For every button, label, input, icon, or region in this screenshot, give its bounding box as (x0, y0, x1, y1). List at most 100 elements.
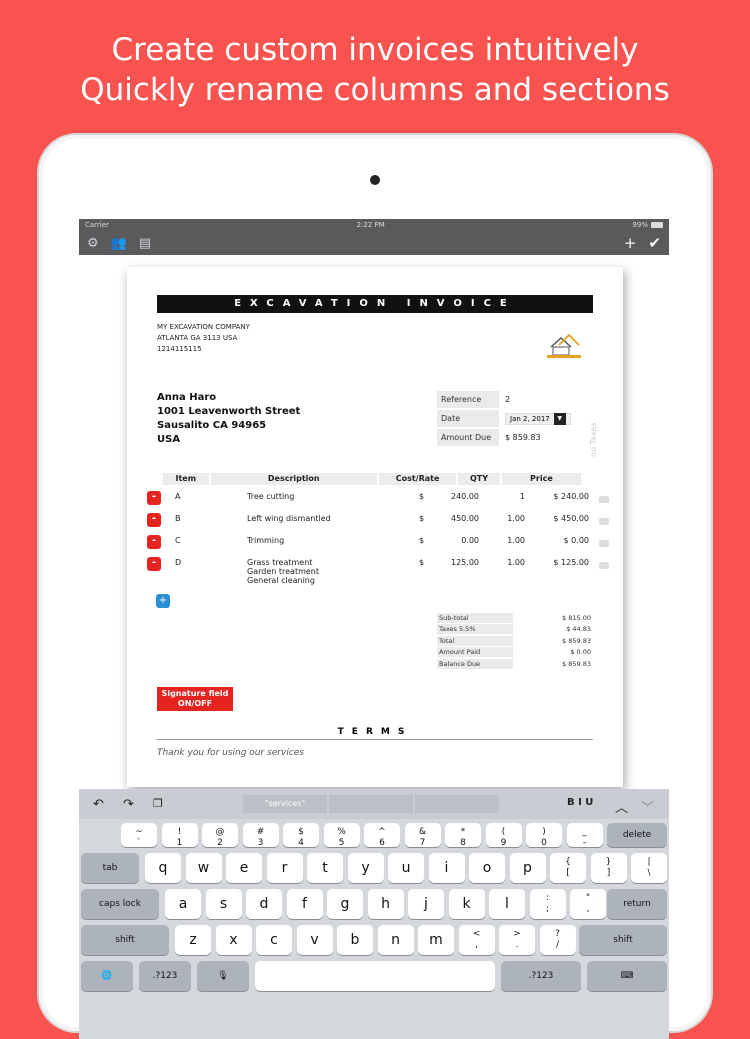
keyboard-key[interactable]: d (246, 889, 282, 919)
reference-row[interactable]: Reference 2 (437, 390, 571, 409)
tab-key[interactable]: tab (81, 853, 139, 883)
keyboard-key[interactable]: l (489, 889, 525, 919)
keyboard-key[interactable]: $4 (283, 823, 319, 848)
terms-text[interactable]: Thank you for using our services (157, 748, 304, 758)
keyboard-key[interactable]: s (205, 889, 242, 919)
keyboard-key[interactable]: ) 0 (526, 823, 562, 848)
keyboard-key[interactable]: m (418, 925, 454, 955)
keyboard-key[interactable]: w (185, 853, 222, 883)
keyboard-key[interactable]: ! 1 (161, 823, 198, 848)
keyboard-key[interactable]: g (327, 889, 363, 919)
redo-icon[interactable]: ↷ (123, 797, 134, 812)
keyboard-key[interactable]: <, (458, 925, 495, 955)
company-info[interactable]: MY EXCAVATION COMPANY ATLANTA GA 3113 US… (157, 322, 250, 355)
keyboard-key[interactable]: ^ 6 (364, 823, 400, 848)
column-item[interactable]: Item (163, 473, 209, 485)
suggestion-empty[interactable] (329, 795, 413, 813)
globe-icon[interactable]: 🌐 (81, 961, 133, 991)
chevron-down-icon[interactable]: ▼ (553, 412, 566, 425)
keyboard-key[interactable]: (9 (485, 823, 522, 848)
keyboard-key[interactable]: z (175, 925, 211, 955)
no-taxes-label[interactable]: no Taxes (589, 422, 598, 457)
keyboard-key[interactable]: #3 (242, 823, 279, 848)
shift-key-left[interactable]: shift (81, 925, 169, 955)
people-icon[interactable]: 👥 (111, 237, 127, 250)
keyboard-key[interactable]: e (226, 853, 262, 883)
keyboard-key[interactable]: * 8 (445, 823, 481, 848)
add-icon[interactable]: + (624, 235, 637, 251)
folder-icon[interactable]: ▤ (139, 237, 151, 250)
caps-lock-key[interactable]: caps lock (81, 889, 159, 919)
keyboard-key[interactable]: p (509, 853, 546, 883)
keyboard-key[interactable]: h (367, 889, 404, 919)
keyboard-key[interactable]: c (256, 925, 292, 955)
keyboard-key[interactable]: ", (570, 889, 606, 919)
keyboard-key[interactable]: k (448, 889, 485, 919)
space-bar[interactable] (255, 961, 495, 991)
column-description[interactable]: Description (210, 473, 377, 485)
row-tax-toggle[interactable] (599, 496, 609, 503)
undo-icon[interactable]: ↶ (93, 797, 104, 812)
signature-toggle-button[interactable]: Signature field ON/OFF (157, 687, 233, 711)
microphone-icon[interactable]: 🎙 (197, 961, 249, 991)
return-key[interactable]: return (607, 889, 667, 919)
delete-row-button[interactable]: - (147, 513, 161, 527)
checkmark-icon[interactable]: ✔ (648, 235, 661, 251)
delete-row-button[interactable]: - (147, 535, 161, 549)
keyboard-key[interactable]: j (408, 889, 444, 919)
client-address[interactable]: Anna Haro 1001 Leavenworth Street Sausal… (157, 391, 300, 447)
delete-row-button[interactable]: - (147, 557, 161, 571)
keyboard-key[interactable]: b (337, 925, 373, 955)
column-price[interactable]: Price (501, 473, 582, 485)
keyboard-key[interactable]: t (307, 853, 343, 883)
column-cost[interactable]: Cost/Rate (378, 473, 457, 485)
numbers-key-right[interactable]: .?123 (501, 961, 581, 991)
keyboard-key[interactable]: u (388, 853, 424, 883)
chevron-down-icon[interactable]: ﹀ (641, 797, 654, 816)
keyboard-key[interactable]: & 7 (404, 823, 441, 848)
keyboard-key[interactable]: f (286, 889, 323, 919)
keyboard-key[interactable]: | \ (631, 853, 667, 883)
totals-row[interactable]: Amount Paid $ 0.00 (437, 647, 591, 659)
key-shift-glyph: > (513, 929, 521, 939)
row-tax-toggle[interactable] (599, 518, 609, 525)
keyboard-dismiss-icon[interactable]: ⌨ (587, 961, 667, 991)
keyboard-key[interactable]: _ - (566, 823, 603, 848)
keyboard-key[interactable]: ~ ` (121, 823, 157, 848)
chevron-up-icon[interactable]: ︿ (615, 797, 628, 816)
suggestion-empty[interactable] (415, 795, 499, 813)
column-qty[interactable]: QTY (458, 473, 500, 485)
keyboard-key[interactable]: r (266, 853, 303, 883)
keyboard-key[interactable]: }] (590, 853, 627, 883)
terms-title[interactable]: TERMS (157, 727, 593, 740)
numbers-key[interactable]: .?123 (139, 961, 191, 991)
gear-icon[interactable]: ⚙ (87, 237, 99, 250)
keyboard-key[interactable]: :; (529, 889, 566, 919)
shift-key-right[interactable]: shift (579, 925, 667, 955)
keyboard-key[interactable]: @2 (202, 823, 238, 848)
keyboard-key[interactable]: ? / (539, 925, 576, 955)
ipad-screen: Carrier 2:22 PM 99% ⚙ 👥 ▤ + ✔ EXCAVATION… (79, 219, 669, 1039)
keyboard-key[interactable]: x (215, 925, 252, 955)
suggestion-item[interactable]: "services" (243, 795, 327, 813)
keyboard-key[interactable]: n (377, 925, 414, 955)
keyboard-key[interactable]: >. (499, 925, 535, 955)
keyboard-key[interactable]: a (165, 889, 201, 919)
keyboard-key[interactable]: q (145, 853, 181, 883)
delete-row-button[interactable]: - (147, 491, 161, 505)
row-tax-toggle[interactable] (599, 540, 609, 547)
keyboard-key[interactable]: v (296, 925, 333, 955)
format-biu-button[interactable]: B I U (567, 797, 593, 808)
invoice-title[interactable]: EXCAVATION INVOICE (157, 295, 593, 313)
keyboard-key[interactable]: y (347, 853, 384, 883)
keyboard-key[interactable]: o (469, 853, 505, 883)
keyboard-key[interactable]: i (428, 853, 465, 883)
add-row-button[interactable]: + (156, 594, 170, 608)
date-picker[interactable]: Jan 2, 2017 ▼ (505, 412, 571, 425)
paste-icon[interactable]: ❐ (153, 797, 163, 810)
keyboard-key[interactable]: % 5 (323, 823, 360, 848)
row-tax-toggle[interactable] (599, 562, 609, 569)
delete-key[interactable]: delete (607, 823, 667, 847)
key-shift-glyph: { (565, 857, 571, 867)
keyboard-key[interactable]: {[ (550, 853, 586, 883)
